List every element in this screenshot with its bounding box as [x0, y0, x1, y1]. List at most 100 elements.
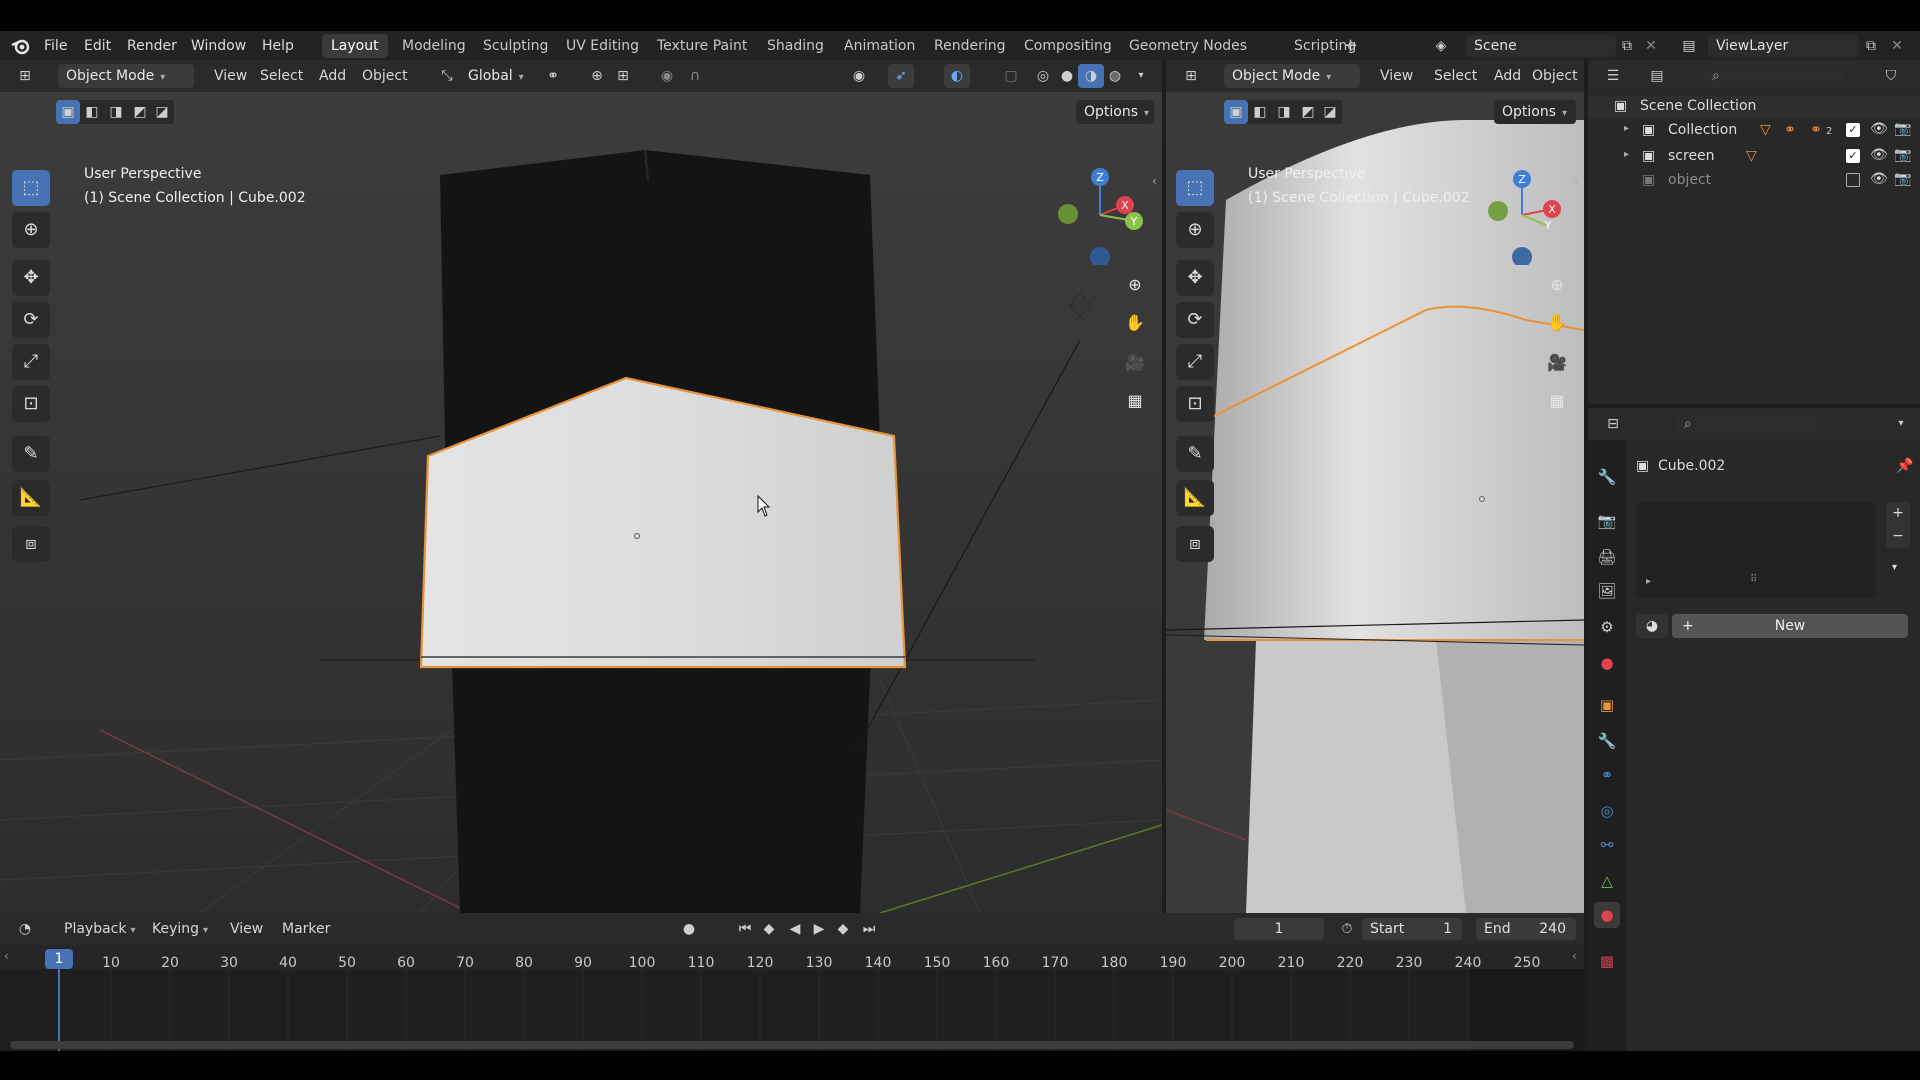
tab-rendering[interactable]: Rendering: [925, 34, 1015, 58]
timeline-view-menu[interactable]: View: [224, 917, 269, 941]
zoom-icon-right[interactable]: ⊕: [1542, 270, 1572, 300]
tab-shading[interactable]: Shading: [758, 34, 833, 58]
add-cube-tool-icon-right[interactable]: ⧈: [1176, 526, 1214, 562]
select-intersect-icon-right[interactable]: ◪: [1318, 100, 1342, 124]
resize-grip-icon[interactable]: ⠿: [1750, 574, 1757, 585]
world-tab-icon[interactable]: ●: [1594, 650, 1620, 676]
ruler-left-arrow-icon[interactable]: ‹: [4, 949, 9, 963]
mode-dropdown-right[interactable]: Object Mode ▾: [1224, 64, 1360, 88]
move-tool-icon[interactable]: ✥: [12, 260, 50, 296]
tab-modeling[interactable]: Modeling: [393, 34, 475, 58]
scene-field[interactable]: Scene: [1466, 35, 1616, 57]
outliner-row-collection[interactable]: ▸ ▣ Collection ▽ ⚭ ⚭ 2 ✓ 👁 📷: [1588, 120, 1920, 144]
select-new-icon[interactable]: ▣: [56, 100, 80, 124]
select-subtract-icon[interactable]: ◨: [104, 100, 128, 124]
tab-uv-editing[interactable]: UV Editing: [557, 34, 648, 58]
measure-tool-icon-right[interactable]: 📐: [1176, 480, 1214, 516]
remove-slot-icon[interactable]: −: [1886, 525, 1910, 548]
rotate-tool-icon-right[interactable]: ⟳: [1176, 302, 1214, 338]
tab-compositing[interactable]: Compositing: [1015, 34, 1121, 58]
play-reverse-icon[interactable]: ◀: [782, 917, 808, 941]
keying-menu[interactable]: Keying ▾: [146, 917, 214, 941]
scale-tool-icon[interactable]: ⤢: [12, 344, 50, 380]
select-intersect-icon[interactable]: ◪: [150, 100, 174, 124]
eye-icon[interactable]: 👁: [1870, 147, 1888, 163]
camera-render-icon[interactable]: 📷: [1894, 147, 1911, 163]
browse-material-icon[interactable]: ◕: [1636, 614, 1668, 638]
viewport-left[interactable]: ⊞ Object Mode ▾ View Select Add Object ⤡ …: [0, 60, 1162, 913]
select-extend-icon-right[interactable]: ◧: [1248, 100, 1272, 124]
pivot-icon[interactable]: ⚭: [540, 64, 566, 88]
ruler-right-arrow-icon[interactable]: ‹: [1572, 949, 1577, 963]
tab-layout[interactable]: Layout: [322, 34, 388, 58]
tool-tab-icon[interactable]: 🔧: [1594, 464, 1620, 490]
material-slot-list[interactable]: ▸ ⠿: [1636, 502, 1876, 598]
properties-search-input[interactable]: ⌕: [1676, 413, 1816, 435]
outliner-row-screen[interactable]: ▸ ▣ screen ▽ ✓ 👁 📷: [1588, 146, 1920, 170]
end-frame-field[interactable]: End 240: [1476, 918, 1576, 940]
viewlayer-field[interactable]: ViewLayer: [1708, 35, 1858, 57]
mode-dropdown[interactable]: Object Mode ▾: [58, 64, 194, 88]
texture-tab-icon[interactable]: ▩: [1594, 948, 1620, 974]
menu-view-right[interactable]: View: [1374, 64, 1419, 88]
viewport-right[interactable]: ⊞ Object Mode ▾ View Select Add Object ▣ …: [1166, 60, 1584, 913]
sidebar-toggle-icon-right[interactable]: ‹: [1574, 174, 1579, 188]
slot-specials-icon[interactable]: ▾: [1892, 562, 1897, 573]
shading-rendered-icon[interactable]: ◍: [1102, 64, 1128, 88]
constraints-tab-icon[interactable]: ⚯: [1594, 832, 1620, 858]
menu-file[interactable]: File: [37, 34, 74, 58]
rotate-tool-icon[interactable]: ⟳: [12, 302, 50, 338]
menu-add[interactable]: Add: [313, 64, 352, 88]
cursor-tool-icon-right[interactable]: ⊕: [1176, 212, 1214, 248]
viewlayer-browse-icon[interactable]: ▤: [1676, 34, 1702, 58]
scene-browse-icon[interactable]: ◈: [1428, 34, 1454, 58]
playback-menu[interactable]: Playback ▾: [58, 917, 142, 941]
transform-tool-icon[interactable]: ⊡: [12, 386, 50, 422]
expand-arrow-icon[interactable]: ▸: [1624, 123, 1629, 134]
shading-options-icon[interactable]: ▾: [1128, 64, 1154, 88]
prev-keyframe-icon[interactable]: ◆: [756, 917, 782, 941]
filter-icon[interactable]: ⛉: [1878, 64, 1904, 88]
navigation-gizmo[interactable]: Z X Y: [1050, 165, 1150, 265]
list-expand-icon[interactable]: ▸: [1646, 576, 1651, 587]
next-keyframe-icon[interactable]: ◆: [830, 917, 856, 941]
overlay-toggle-icon[interactable]: ◐: [944, 64, 970, 88]
particles-tab-icon[interactable]: ⚭: [1594, 762, 1620, 788]
navigation-gizmo-right[interactable]: Z X Y: [1476, 165, 1576, 265]
scene-close-icon[interactable]: ✕: [1638, 34, 1664, 58]
select-invert-icon[interactable]: ◩: [128, 100, 152, 124]
tab-animation[interactable]: Animation: [835, 34, 924, 58]
falloff-icon[interactable]: ∩: [682, 64, 708, 88]
camera-view-icon[interactable]: 🎥: [1120, 348, 1150, 378]
xray-icon[interactable]: ▢: [998, 64, 1024, 88]
outliner-editor-icon[interactable]: ☰: [1600, 64, 1626, 88]
outliner-search-input[interactable]: ⌕: [1704, 65, 1844, 87]
visibility-icon[interactable]: ◉: [846, 64, 872, 88]
proportional-edit-icon[interactable]: ◉: [654, 64, 680, 88]
start-frame-field[interactable]: Start 1: [1362, 918, 1462, 940]
material-tab-icon[interactable]: ●: [1594, 902, 1620, 928]
exclude-checkbox[interactable]: ✓: [1846, 149, 1860, 163]
expand-arrow-icon[interactable]: ▸: [1624, 149, 1629, 160]
timeline-scrollbar[interactable]: [10, 1041, 1574, 1049]
playhead-frame-badge[interactable]: 1: [45, 949, 73, 969]
eye-icon[interactable]: 👁: [1870, 171, 1888, 187]
scene-copy-icon[interactable]: ⧉: [1614, 34, 1640, 58]
editor-type-icon-right[interactable]: ⊞: [1178, 64, 1204, 88]
camera-render-icon[interactable]: 📷: [1894, 121, 1911, 137]
blender-logo-icon[interactable]: [10, 36, 32, 56]
menu-select-right[interactable]: Select: [1428, 64, 1483, 88]
new-material-button[interactable]: + New: [1672, 614, 1908, 638]
measure-tool-icon[interactable]: 📐: [12, 480, 50, 516]
pan-hand-icon[interactable]: ✋: [1120, 308, 1150, 338]
add-cube-tool-icon[interactable]: ⧈: [12, 526, 50, 562]
shading-wireframe-icon[interactable]: ◎: [1030, 64, 1056, 88]
viewlayer-copy-icon[interactable]: ⧉: [1858, 34, 1884, 58]
outliner-row-scene-collection[interactable]: ▣ Scene Collection: [1588, 96, 1920, 118]
timeline-marker-menu[interactable]: Marker: [276, 917, 336, 941]
zoom-icon[interactable]: ⊕: [1120, 270, 1150, 300]
modifier-tab-icon[interactable]: 🔧: [1594, 728, 1620, 754]
pan-hand-icon-right[interactable]: ✋: [1542, 308, 1572, 338]
object-tab-icon[interactable]: ▣: [1594, 692, 1620, 718]
transform-tool-icon-right[interactable]: ⊡: [1176, 386, 1214, 422]
